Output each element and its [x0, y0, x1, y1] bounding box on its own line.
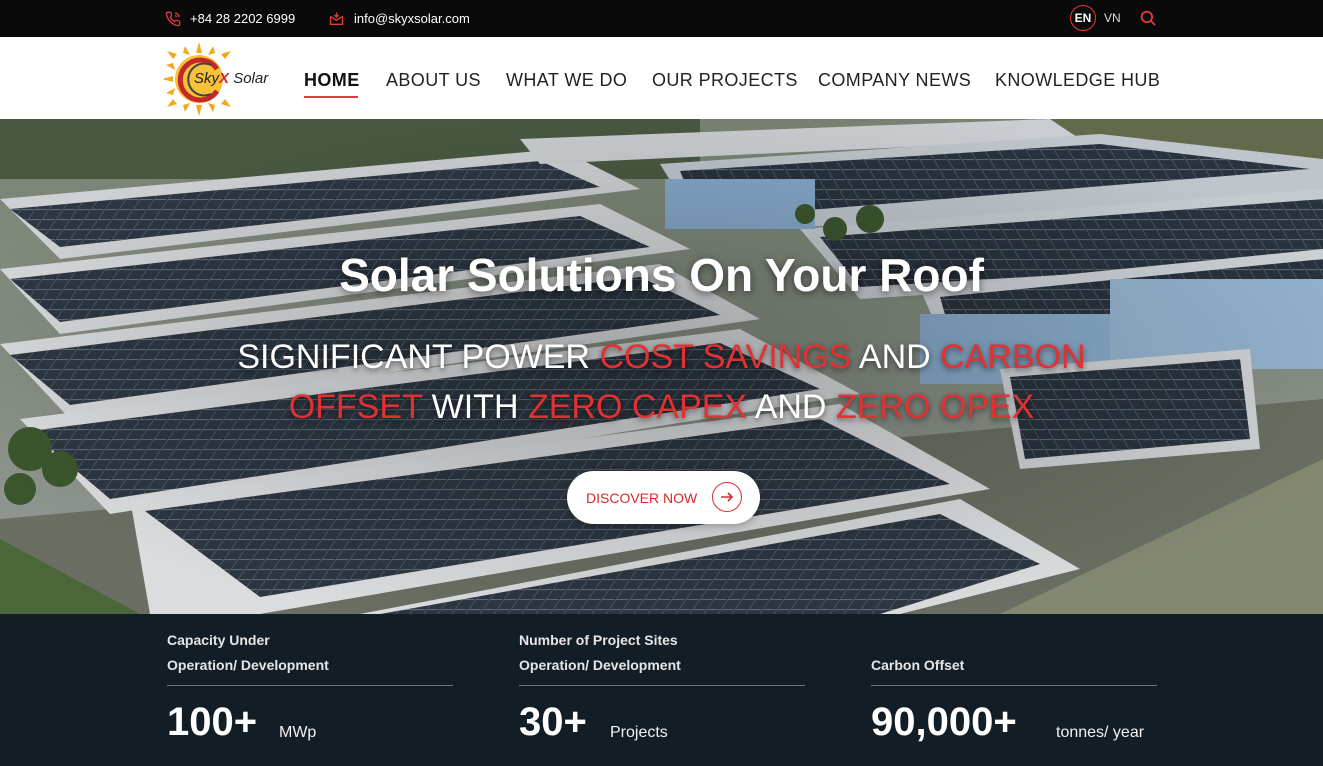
stat-value: 30+	[519, 700, 587, 744]
stat-capacity: Capacity Under Operation/ Development 10…	[167, 614, 453, 766]
stat-value: 100+	[167, 700, 258, 744]
stat-value: 90,000+	[871, 700, 1017, 744]
phone-number: +84 28 2202 6999	[190, 11, 296, 26]
nav-our-projects[interactable]: OUR PROJECTS	[652, 70, 798, 91]
nav-about-us[interactable]: ABOUT US	[386, 70, 481, 91]
stat-divider	[519, 685, 805, 686]
discover-now-label: DISCOVER NOW	[586, 489, 698, 506]
stat-label: Carbon Offset	[871, 628, 964, 678]
hero-sub-highlight-4: ZERO OPEX	[835, 388, 1035, 426]
search-icon	[1140, 10, 1156, 26]
stat-label-line2: Carbon Offset	[871, 657, 965, 673]
nav-what-we-do[interactable]: WHAT WE DO	[506, 70, 627, 91]
hero-sub-text-3: WITH	[422, 388, 528, 426]
stats-section: Capacity Under Operation/ Development 10…	[0, 614, 1323, 766]
nav-home[interactable]: HOME	[304, 70, 360, 91]
lang-en-button[interactable]: EN	[1070, 5, 1096, 31]
nav-active-underline	[304, 96, 358, 98]
main-header: SkyX Solar HOME ABOUT US WHAT WE DO OUR …	[0, 37, 1323, 119]
hero-banner: Solar Solutions On Your Roof SIGNIFICANT…	[0, 119, 1323, 614]
stat-label-line1	[871, 628, 964, 653]
email-icon	[329, 11, 344, 25]
stat-label-line2: Operation/ Development	[519, 657, 681, 673]
stat-unit: MWp	[279, 724, 317, 741]
lang-vn-button[interactable]: VN	[1104, 5, 1121, 31]
nav-company-news[interactable]: COMPANY NEWS	[818, 70, 971, 91]
hero-title: Solar Solutions On Your Roof	[339, 249, 984, 301]
logo-sky: Sky	[194, 70, 220, 87]
stat-project-sites: Number of Project Sites Operation/ Devel…	[519, 614, 805, 766]
stat-label-line1: Number of Project Sites	[519, 632, 678, 648]
logo-x: X	[219, 70, 230, 87]
hero-sub-highlight-3: ZERO CAPEX	[527, 388, 748, 426]
stat-divider	[167, 685, 453, 686]
discover-now-button[interactable]: DISCOVER NOW	[567, 471, 760, 524]
logo-solar: Solar	[229, 70, 269, 87]
stat-label: Number of Project Sites Operation/ Devel…	[519, 628, 681, 678]
phone-contact[interactable]: +84 28 2202 6999	[165, 0, 295, 37]
hero-sub-text-1: SIGNIFICANT POWER	[237, 338, 600, 376]
hero-sub-highlight-1: COST SAVINGS	[599, 338, 852, 376]
stat-carbon-offset: Carbon Offset 90,000+ tonnes/ year	[871, 614, 1157, 766]
stat-unit: tonnes/ year	[1056, 724, 1145, 741]
search-button[interactable]	[1139, 9, 1157, 32]
hero-sub-text-2: AND	[851, 338, 941, 376]
stat-label-line2: Operation/ Development	[167, 657, 329, 673]
hero-sub-text-4: AND	[747, 388, 836, 426]
email-contact[interactable]: info@skyxsolar.com	[328, 0, 470, 37]
stat-label-line1: Capacity Under	[167, 632, 270, 648]
hero-subtitle: SIGNIFICANT POWER COST SAVINGS AND CARBO…	[200, 332, 1123, 432]
stat-unit: Projects	[610, 724, 668, 741]
stat-label: Capacity Under Operation/ Development	[167, 628, 329, 678]
top-bar: +84 28 2202 6999 info@skyxsolar.com EN V…	[0, 0, 1323, 37]
stat-divider	[871, 685, 1157, 686]
nav-knowledge-hub[interactable]: KNOWLEDGE HUB	[995, 70, 1160, 91]
email-address: info@skyxsolar.com	[354, 11, 470, 26]
arrow-right-icon	[712, 482, 742, 512]
logo-wordmark[interactable]: SkyX Solar	[194, 70, 268, 87]
phone-icon	[165, 11, 181, 26]
